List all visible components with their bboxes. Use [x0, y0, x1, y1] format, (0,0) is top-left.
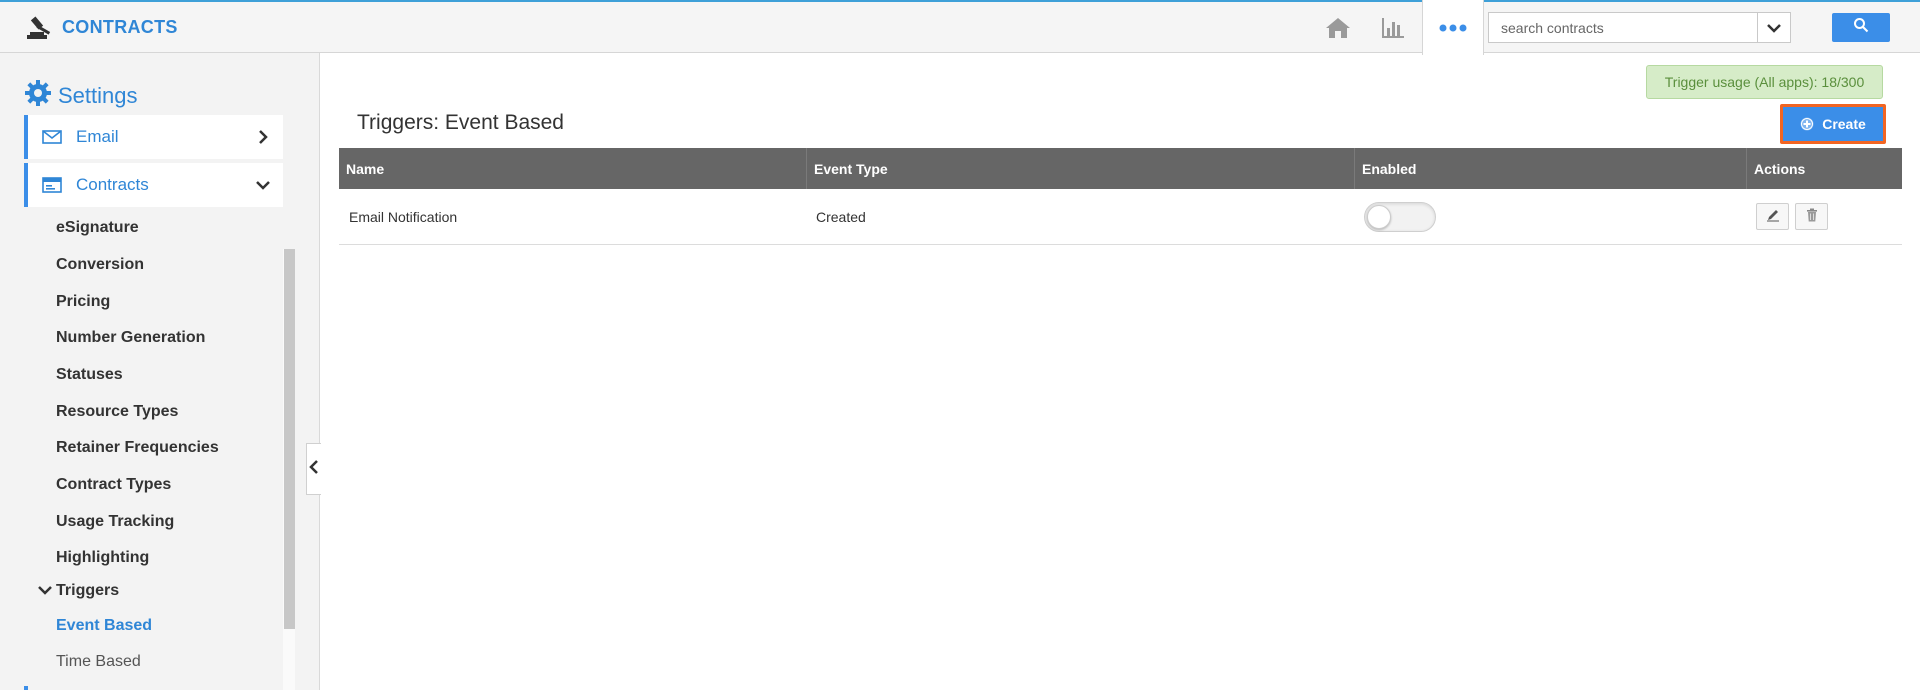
gavel-icon [24, 13, 54, 41]
column-header-enabled[interactable]: Enabled [1355, 148, 1747, 189]
column-header-name[interactable]: Name [339, 148, 807, 189]
sidebar-item-triggers[interactable]: Triggers [38, 582, 119, 600]
sidebar-item-esignature[interactable]: eSignature [56, 219, 139, 237]
create-button[interactable]: Create [1780, 104, 1886, 144]
more-dots-icon[interactable] [1422, 0, 1484, 55]
search-input[interactable] [1489, 13, 1757, 42]
contracts-icon [42, 175, 62, 195]
top-bar: CONTRACTS [0, 0, 1920, 55]
table-header: Name Event Type Enabled Actions [339, 148, 1902, 189]
envelope-icon [42, 127, 62, 147]
search-box [1488, 12, 1791, 43]
sidebar-item-number-generation[interactable]: Number Generation [56, 329, 205, 347]
sidebar-item-accent [24, 686, 28, 690]
settings-heading: Settings [24, 79, 138, 112]
sidebar-collapse-button[interactable] [306, 443, 321, 495]
edit-button[interactable] [1756, 203, 1789, 230]
enabled-toggle[interactable] [1364, 201, 1436, 232]
cell-name: Email Notification [349, 208, 458, 225]
trash-icon [1806, 208, 1818, 225]
sidebar-item-email[interactable]: Email [24, 115, 283, 159]
sidebar-scrollbar-thumb[interactable] [284, 249, 295, 629]
sidebar-item-time-based[interactable]: Time Based [56, 653, 141, 671]
sidebar-item-pricing[interactable]: Pricing [56, 293, 110, 311]
triggers-table: Name Event Type Enabled Actions Email No… [339, 148, 1902, 245]
app-title: CONTRACTS [62, 16, 178, 37]
chevron-right-icon [255, 129, 271, 145]
sidebar-item-highlighting[interactable]: Highlighting [56, 549, 149, 567]
table-row: Email Notification Created [339, 189, 1902, 245]
sidebar-item-label: Email [76, 127, 119, 146]
home-icon[interactable] [1320, 10, 1356, 46]
sidebar-item-conversion[interactable]: Conversion [56, 256, 144, 274]
search-button[interactable] [1832, 13, 1890, 42]
trigger-usage-badge: Trigger usage (All apps): 18/300 [1646, 65, 1883, 99]
sidebar-item-statuses[interactable]: Statuses [56, 366, 123, 384]
sidebar-item-label: Triggers [56, 582, 120, 599]
chevron-down-icon[interactable] [1757, 13, 1790, 42]
chevron-down-icon [38, 582, 52, 600]
sidebar-item-label: Contracts [76, 175, 149, 194]
pencil-icon [1766, 208, 1780, 225]
bar-chart-icon[interactable] [1375, 10, 1411, 46]
sidebar-item-resource-types[interactable]: Resource Types [56, 403, 178, 421]
sidebar-item-contract-types[interactable]: Contract Types [56, 476, 171, 494]
app-brand[interactable]: CONTRACTS [24, 12, 178, 42]
column-header-event-type[interactable]: Event Type [807, 148, 1355, 189]
page-title: Triggers: Event Based [357, 111, 564, 134]
cell-event-type: Created [816, 208, 866, 225]
gear-icon [24, 79, 52, 112]
chevron-down-icon [255, 177, 271, 193]
chevron-left-icon [309, 459, 319, 479]
column-header-actions: Actions [1754, 160, 1806, 177]
sidebar-item-contracts[interactable]: Contracts [24, 163, 283, 207]
cell-actions [1747, 189, 1902, 244]
plus-circle-icon [1800, 117, 1814, 131]
cell-enabled [1355, 189, 1747, 244]
sidebar-item-usage-tracking[interactable]: Usage Tracking [56, 513, 174, 531]
sidebar-item-event-based[interactable]: Event Based [56, 617, 152, 635]
toggle-knob [1367, 204, 1391, 229]
search-icon [1853, 17, 1869, 38]
create-button-label: Create [1822, 116, 1866, 132]
delete-button[interactable] [1795, 203, 1828, 230]
settings-title: Settings [58, 82, 138, 108]
sidebar: Settings Email Contracts eSignature Conv… [0, 53, 320, 690]
sidebar-item-retainer-frequencies[interactable]: Retainer Frequencies [56, 439, 219, 457]
